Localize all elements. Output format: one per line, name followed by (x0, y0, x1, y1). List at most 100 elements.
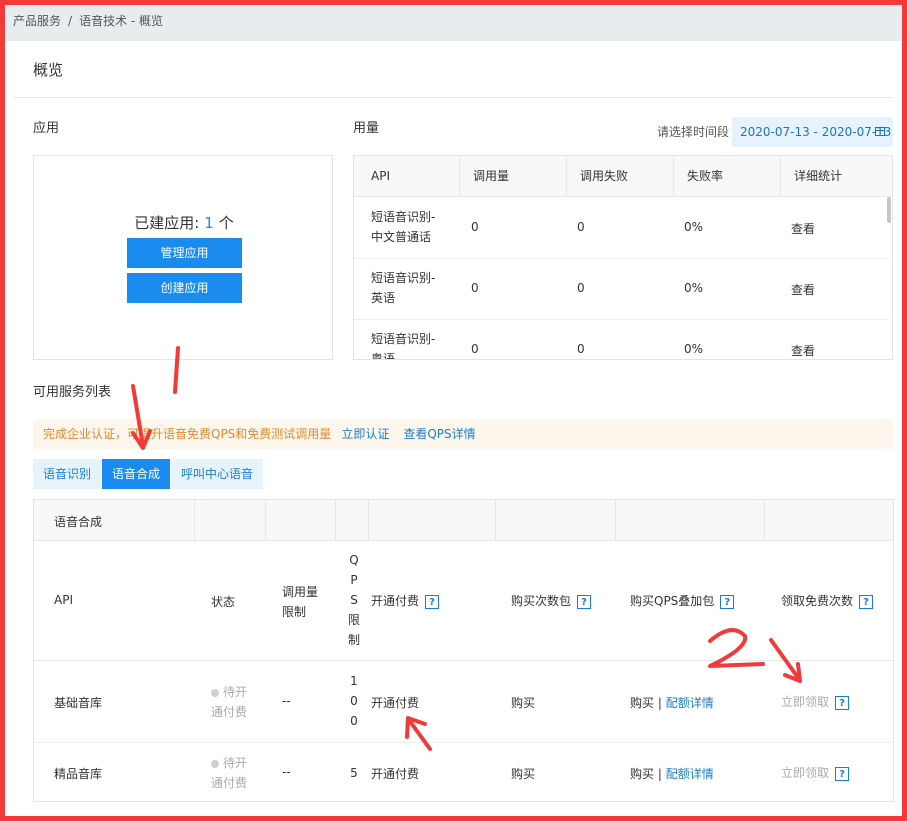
notice-text: 完成企业认证，可提升语音免费QPS和免费测试调用量 (43, 427, 332, 441)
row-api: 基础音库 (54, 696, 103, 710)
usage-row-rate: 0% (684, 220, 704, 234)
usage-row-calls: 0 (471, 281, 479, 295)
help-icon[interactable]: ? (720, 594, 735, 609)
help-icon[interactable]: ? (425, 594, 440, 609)
usage-row-fails: 0 (577, 342, 585, 356)
table-row: 基础音库 待开 通付费 -- 1 0 0 开通付费 购买 购买 | 配额详情 立… (34, 661, 893, 743)
col-pay: 开通付费? (371, 592, 440, 609)
status-dot-icon (211, 688, 219, 697)
usage-row-api: 短语音识别- 中文普通话 (371, 207, 451, 247)
usage-row-fails: 0 (577, 281, 585, 295)
usage-table-scrollbar[interactable] (887, 197, 891, 223)
create-app-button[interactable]: 创建应用 (127, 273, 242, 303)
qps-details-link[interactable]: 查看QPS详情 (403, 427, 475, 441)
col-buy-qps-label: 购买QPS叠加包 (630, 594, 715, 608)
usage-row-view-link[interactable]: 查看 (791, 220, 815, 237)
usage-row-api: 短语音识别- 英语 (371, 268, 451, 308)
usage-col-api: API (354, 156, 460, 196)
app-count-value: 1 (204, 214, 214, 232)
app-count-unit: 个 (218, 214, 234, 232)
usage-api-line2: 中文普通话 (371, 230, 432, 244)
services-table: 语音合成 API 状态 调用量 限制 Q P S 限 制 开通付费? 购买次数包… (33, 499, 894, 802)
help-icon[interactable]: ? (577, 594, 592, 609)
col-buy-qps: 购买QPS叠加包? (630, 592, 735, 609)
manage-apps-button[interactable]: 管理应用 (127, 238, 242, 268)
tab-speech-recognition[interactable]: 语音识别 (33, 459, 101, 489)
col-free-label: 领取免费次数 (781, 594, 854, 608)
group-cell (195, 500, 266, 540)
usage-section-title: 用量 (353, 121, 380, 136)
col-limit-line1: 调用量 (282, 585, 319, 599)
usage-col-fails: 调用失败 (567, 156, 674, 196)
usage-row-view-link[interactable]: 查看 (791, 281, 815, 298)
help-icon[interactable]: ? (835, 695, 850, 710)
enable-paid-link[interactable]: 开通付费 (371, 694, 419, 711)
buy-count-link[interactable]: 购买 (511, 694, 535, 711)
date-range-picker[interactable]: 2020-07-13 - 2020-07-13 (732, 117, 893, 147)
apps-section-title: 应用 (33, 121, 60, 136)
breadcrumb-parent[interactable]: 产品服务 (13, 14, 61, 28)
buy-qps-cell: 购买 | 配额详情 (630, 765, 714, 782)
usage-row-api: 短语音识别- 粤语 (371, 329, 451, 360)
group-label: 语音合成 (54, 515, 103, 529)
apps-panel: 已建应用: 1 个 管理应用 创建应用 (33, 155, 333, 360)
usage-api-line2: 粤语 (371, 352, 396, 360)
col-qps-char: 限 (348, 613, 361, 627)
claim-free-cell: 立即领取? (781, 693, 850, 710)
usage-row: 短语音识别- 英语 0 0 0% 查看 (354, 258, 889, 320)
help-icon[interactable]: ? (859, 594, 874, 609)
col-limit-line2: 限制 (282, 605, 307, 619)
col-qps-char: Q (349, 553, 359, 567)
usage-row-rate: 0% (684, 342, 704, 356)
row-qps-digit: 0 (350, 714, 358, 728)
date-range-label: 请选择时间段 (657, 125, 730, 139)
row-qps-digit: 1 (350, 674, 358, 688)
buy-qps-link[interactable]: 购买 (630, 696, 654, 710)
usage-row-view-link[interactable]: 查看 (791, 342, 815, 359)
row-limit: -- (282, 765, 291, 779)
help-icon[interactable]: ? (835, 766, 850, 781)
usage-row: 短语音识别- 粤语 0 0 0% 查看 (354, 319, 889, 360)
usage-row-rate: 0% (684, 281, 704, 295)
services-column-header: API 状态 调用量 限制 Q P S 限 制 开通付费? 购买次数包? 购买Q… (34, 540, 893, 661)
services-section-title: 可用服务列表 (33, 385, 112, 400)
row-qps-digit: 0 (350, 694, 358, 708)
quota-details-link[interactable]: 配额详情 (666, 696, 714, 710)
buy-qps-cell: 购买 | 配额详情 (630, 694, 714, 711)
calendar-icon (875, 127, 885, 136)
breadcrumb-current: 语音技术 - 概览 (79, 14, 164, 28)
usage-table: API 调用量 调用失败 失败率 详细统计 短语音识别- 中文普通话 0 0 0%… (353, 155, 893, 360)
row-status-text1: 待开 (223, 685, 248, 699)
claim-free-link[interactable]: 立即领取 (781, 766, 829, 780)
usage-api-line1: 短语音识别- (371, 332, 436, 346)
usage-col-detail: 详细统计 (794, 169, 843, 183)
buy-qps-link[interactable]: 购买 (630, 767, 654, 781)
usage-row-calls: 0 (471, 342, 479, 356)
quota-details-link[interactable]: 配额详情 (666, 767, 714, 781)
services-group-header: 语音合成 (34, 500, 893, 541)
group-cell (266, 500, 336, 540)
group-cell: 语音合成 (34, 500, 195, 540)
claim-free-cell: 立即领取? (781, 764, 850, 781)
certify-now-link[interactable]: 立即认证 (341, 427, 389, 441)
tab-call-center-voice[interactable]: 呼叫中心语音 (171, 459, 263, 489)
usage-api-line1: 短语音识别- (371, 271, 436, 285)
usage-table-header: API 调用量 调用失败 失败率 详细统计 (354, 156, 892, 197)
table-row: 精品音库 待开 通付费 -- 5 开通付费 购买 购买 | 配额详情 立即领取? (34, 742, 893, 802)
row-qps-digit: 5 (350, 766, 358, 780)
tab-speech-synthesis[interactable]: 语音合成 (102, 459, 170, 489)
group-cell (336, 500, 369, 540)
buy-qps-separator: | (657, 696, 662, 710)
buy-qps-separator: | (657, 767, 662, 781)
row-status-text1: 待开 (223, 756, 248, 770)
enable-paid-link[interactable]: 开通付费 (371, 765, 419, 782)
claim-free-link[interactable]: 立即领取 (781, 695, 829, 709)
certification-notice: 完成企业认证，可提升语音免费QPS和免费测试调用量 立即认证 查看QPS详情 (33, 419, 893, 449)
row-status-line1: 待开 (211, 683, 247, 700)
breadcrumb-separator: / (68, 14, 73, 28)
page-title: 概览 (33, 61, 64, 79)
app-count-label: 已建应用: (134, 214, 200, 232)
usage-row: 短语音识别- 中文普通话 0 0 0% 查看 (354, 197, 889, 259)
buy-count-link[interactable]: 购买 (511, 765, 535, 782)
row-status-line2: 通付费 (211, 776, 248, 790)
